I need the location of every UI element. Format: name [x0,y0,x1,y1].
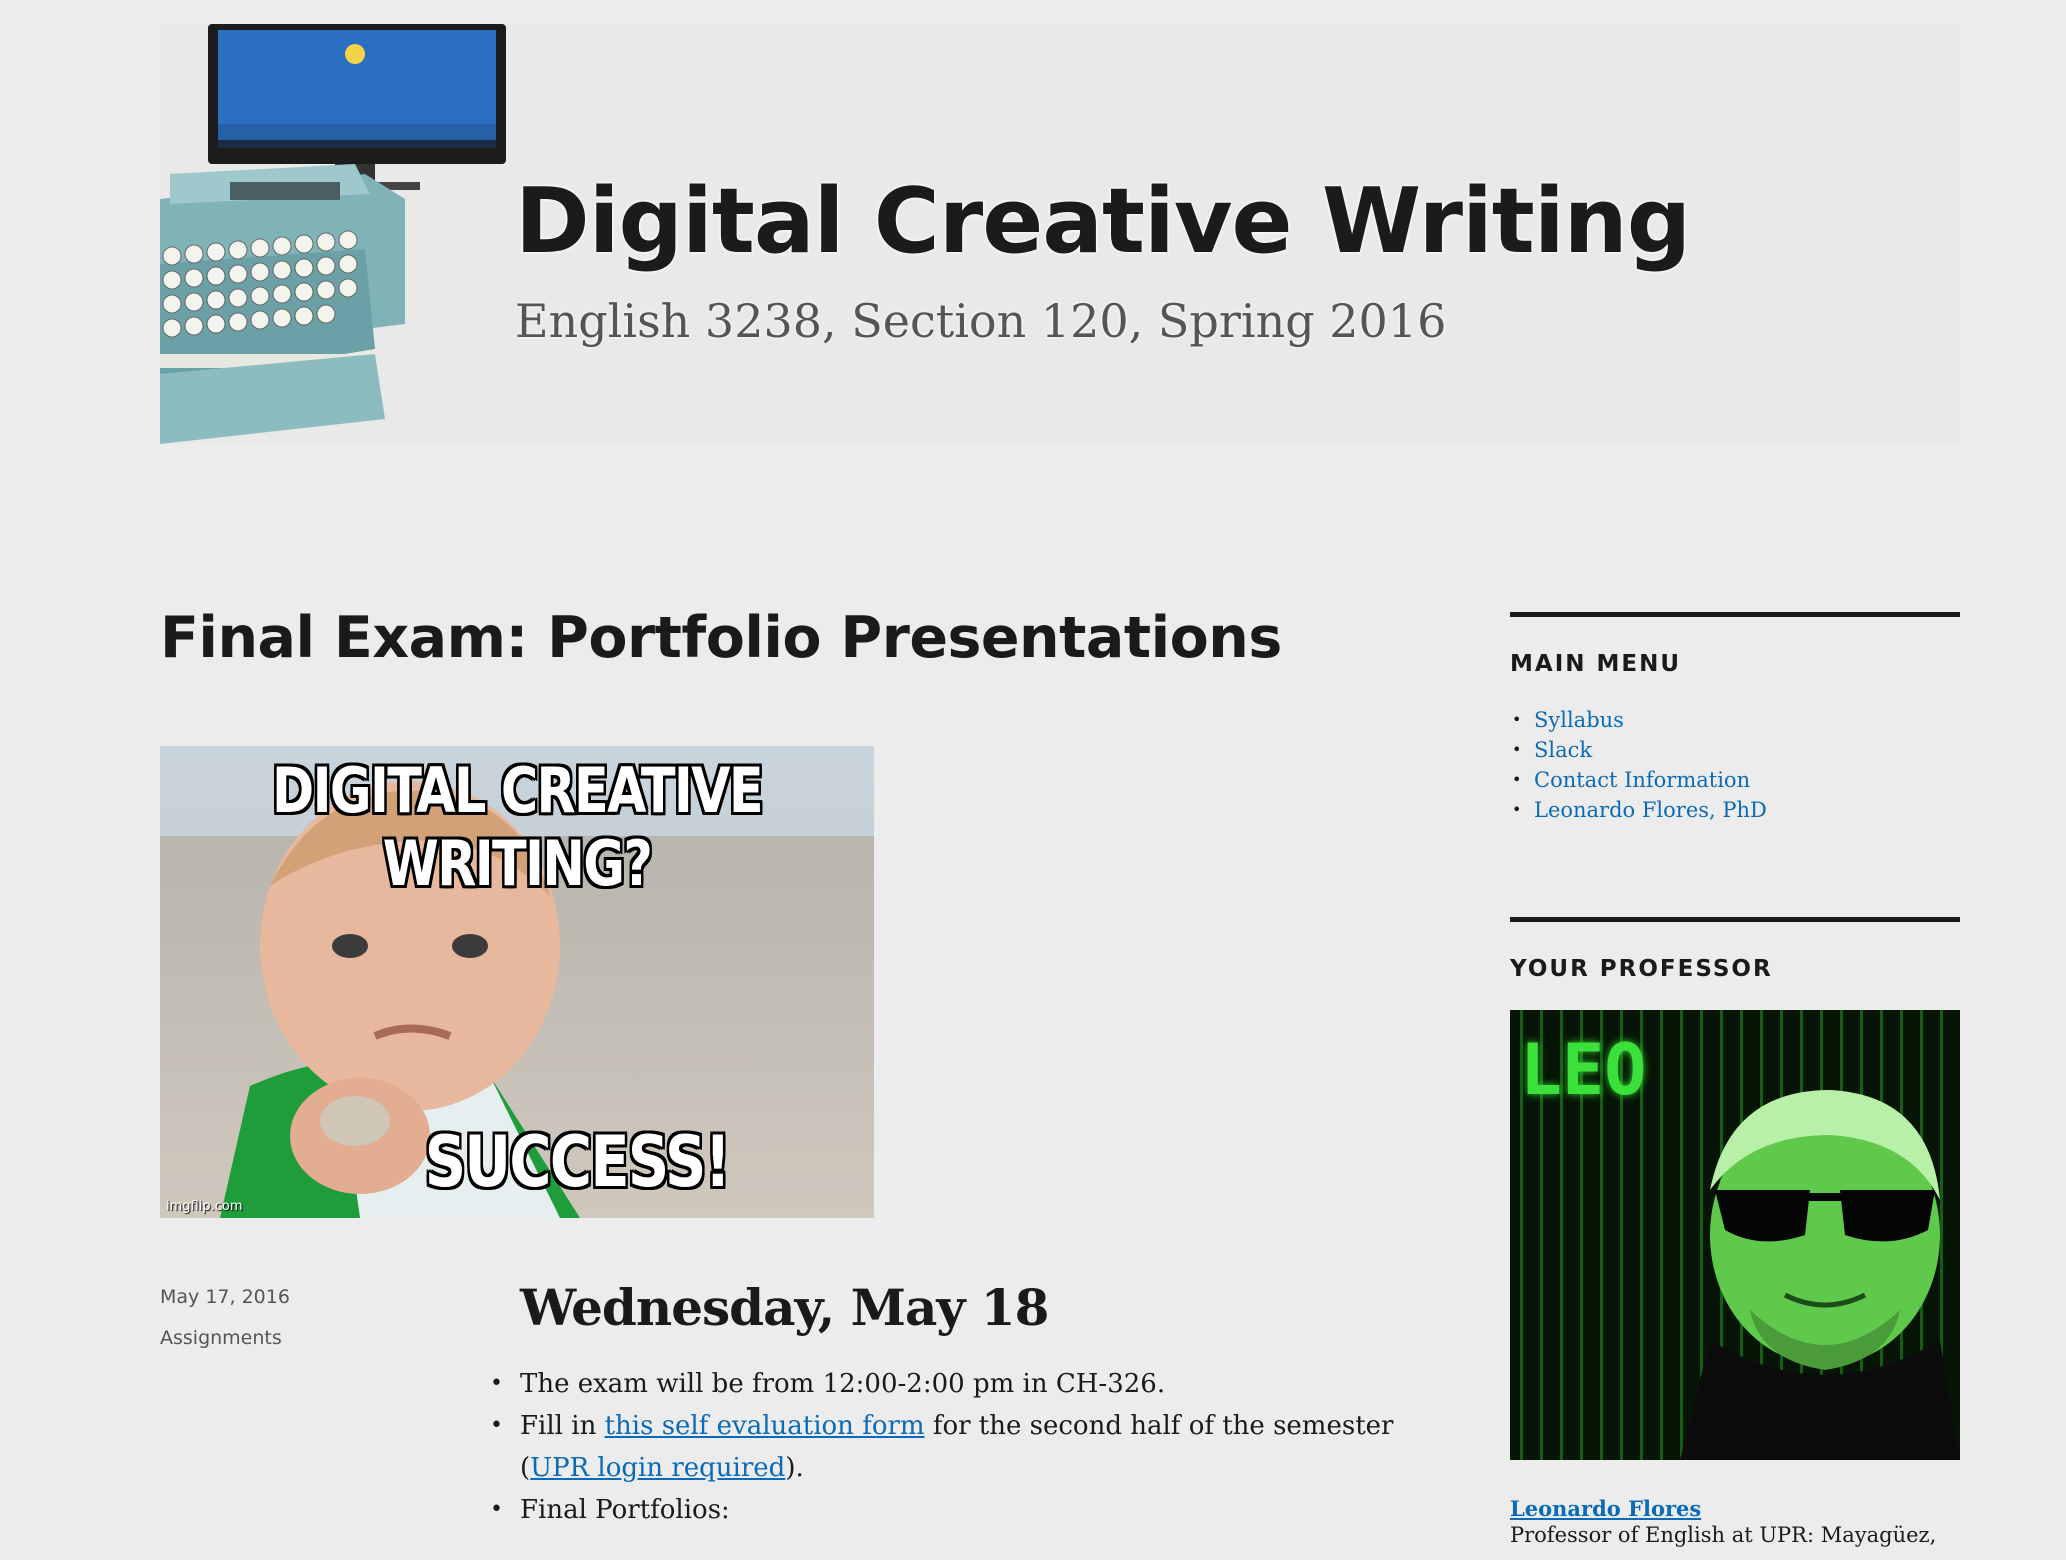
professor-photo[interactable]: LEO [1510,1010,1960,1460]
meme-bottom-text: SUCCESS! [424,1121,731,1203]
menu-item-slack: Slack [1512,735,1960,765]
featured-image[interactable]: DIGITAL CREATIVE WRITING? SUCCESS! imgfl… [160,746,874,1218]
header-banner[interactable]: Digital Creative Writing English 3238, S… [160,24,1960,444]
meme-top-text: DIGITAL CREATIVE WRITING? [272,754,764,900]
entry-content: Wednesday, May 18 The exam will be from … [490,1278,1400,1531]
professor-widget: YOUR PROFESSOR LEO Leonardo Flores Profe… [1510,917,1960,1547]
main-menu-title: MAIN MENU [1510,651,1682,677]
site-title[interactable]: Digital Creative Writing [515,169,1691,274]
list-item-text: Fill in [520,1411,605,1441]
sidebar: MAIN MENU Syllabus Slack Contact Informa… [1510,612,1960,1547]
professor-widget-title: YOUR PROFESSOR [1510,956,1773,982]
main-menu-widget: MAIN MENU Syllabus Slack Contact Informa… [1510,612,1960,917]
list-item-text: ). [785,1453,804,1483]
entry-list: The exam will be from 12:00-2:00 pm in C… [490,1363,1400,1531]
self-evaluation-form-link[interactable]: this self evaluation form [605,1411,925,1441]
professor-description: Professor of English at UPR: Mayagüez, [1510,1523,1937,1547]
post-date-link[interactable]: May 17, 2016 [160,1286,290,1308]
list-item-text: Final Portfolios: [520,1495,730,1525]
typewriter-computer-illustration [160,24,506,444]
post-category-link[interactable]: Assignments [160,1327,290,1349]
menu-link-slack[interactable]: Slack [1534,738,1592,762]
post-meta: May 17, 2016 Assignments [160,1286,290,1349]
menu-item-professor: Leonardo Flores, PhD [1512,795,1960,825]
list-item: Final Portfolios: [490,1489,1400,1531]
list-item: The exam will be from 12:00-2:00 pm in C… [490,1363,1400,1405]
entry-heading: Wednesday, May 18 [520,1278,1049,1337]
professor-name-link[interactable]: Leonardo Flores [1510,1496,1960,1521]
professor-photo-caption: LEO [1520,1029,1647,1111]
menu-link-professor[interactable]: Leonardo Flores, PhD [1534,798,1767,822]
menu-link-contact[interactable]: Contact Information [1534,768,1750,792]
site-subtitle: English 3238, Section 120, Spring 2016 [515,294,1447,348]
menu-item-contact: Contact Information [1512,765,1960,795]
menu-link-syllabus[interactable]: Syllabus [1534,708,1624,732]
list-item: Fill in this self evaluation form for th… [490,1405,1400,1489]
post-title[interactable]: Final Exam: Portfolio Presentations [160,605,1282,671]
meme-watermark: imgflip.com [166,1199,243,1214]
menu-item-syllabus: Syllabus [1512,705,1960,735]
main-menu-list: Syllabus Slack Contact Information Leona… [1510,705,1960,825]
list-item-text: The exam will be from 12:00-2:00 pm in C… [520,1369,1166,1399]
upr-login-link[interactable]: UPR login required [530,1453,785,1483]
